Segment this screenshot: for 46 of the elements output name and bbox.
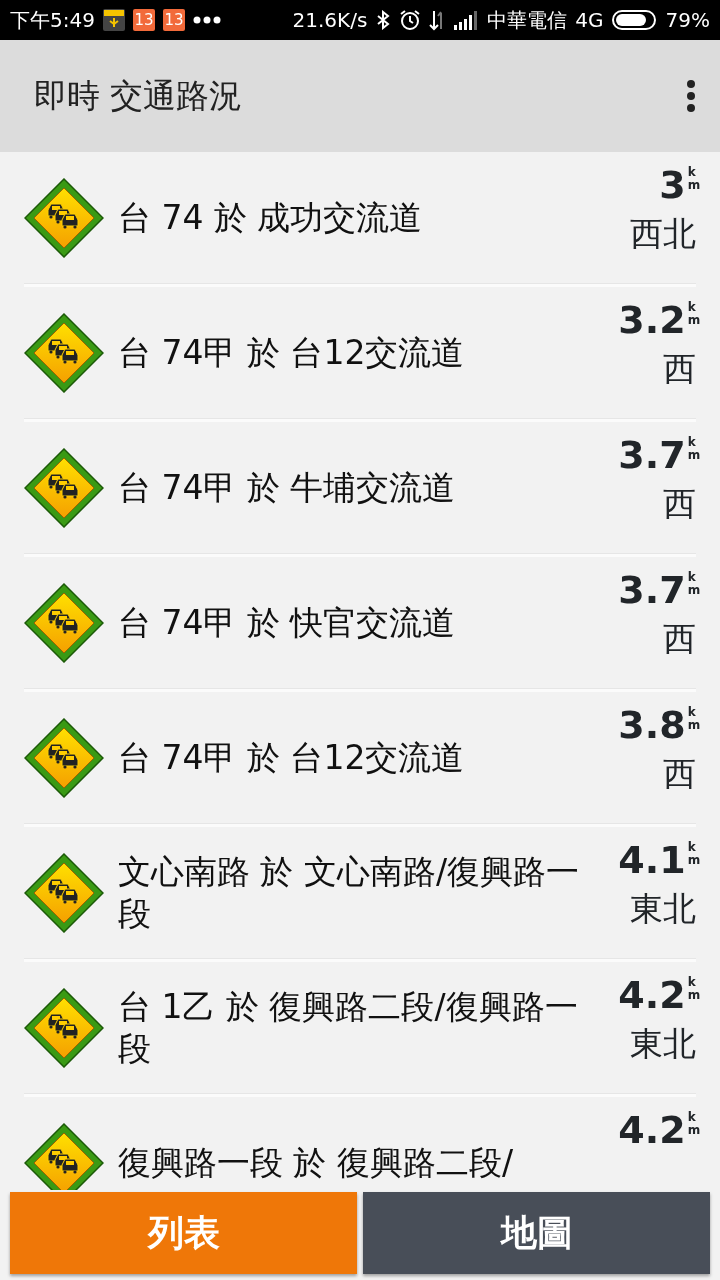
- more-icon: [192, 16, 221, 24]
- bottom-tab[interactable]: 地圖: [363, 1192, 710, 1274]
- app-title: 即時 交通路況: [34, 75, 243, 118]
- network-type: 4G: [575, 7, 604, 34]
- network-speed: 21.6K/s: [292, 7, 368, 34]
- notification-badge: 13: [132, 9, 155, 31]
- distance-value: 4.2: [618, 1111, 686, 1149]
- bluetooth-icon: [375, 10, 392, 30]
- battery-icon: [611, 9, 658, 31]
- carrier-name: 中華電信: [487, 7, 568, 34]
- incident-location[interactable]: 台 74甲 於 牛埔交流道: [118, 466, 605, 509]
- traffic-jam-icon: [24, 717, 104, 798]
- incident-location[interactable]: 台 74甲 於 快官交流道: [118, 601, 605, 644]
- traffic-jam-icon: [24, 852, 104, 933]
- alarm-icon: [399, 9, 422, 31]
- direction-label: 西: [663, 619, 696, 659]
- incident-location[interactable]: 台 74甲 於 台12交流道: [118, 736, 605, 779]
- clock: 下午5:49: [10, 7, 95, 34]
- traffic-jam-icon: [24, 177, 104, 258]
- app-icon: [102, 9, 125, 31]
- battery-percent: 79%: [665, 7, 710, 34]
- distance-value: 3: [659, 166, 686, 204]
- distance-value: 3.7: [618, 436, 686, 474]
- direction-label: 東北: [630, 889, 696, 929]
- direction-label: 西: [663, 349, 696, 389]
- direction-label: 西: [663, 484, 696, 524]
- traffic-jam-icon: [24, 582, 104, 663]
- traffic-jam-icon: [24, 447, 104, 528]
- distance-value: 3.7: [618, 571, 686, 609]
- incident-location[interactable]: 台 74 於 成功交流道: [118, 196, 616, 239]
- distance-value: 3.2: [618, 301, 686, 339]
- direction-label: 東北: [630, 1024, 696, 1064]
- traffic-jam-icon: [24, 312, 104, 393]
- notification-badge: 13: [162, 9, 185, 31]
- direction-label: 西: [663, 754, 696, 794]
- direction-label: 西北: [630, 214, 696, 254]
- distance-value: 4.1: [618, 841, 686, 879]
- incident-location[interactable]: 台 1乙 於 復興路二段/復興路一段: [118, 986, 605, 1069]
- incident-location[interactable]: 文心南路 於 文心南路/復興路一段: [118, 851, 605, 934]
- incident-location[interactable]: 復興路一段 於 復興路二段/: [118, 1141, 605, 1184]
- signal-icon: [453, 10, 480, 30]
- distance-value: 3.8: [618, 706, 686, 744]
- traffic-jam-icon: [24, 987, 104, 1068]
- distance-value: 4.2: [618, 976, 686, 1014]
- incident-location[interactable]: 台 74甲 於 台12交流道: [118, 331, 605, 374]
- overflow-menu-icon[interactable]: [686, 79, 696, 113]
